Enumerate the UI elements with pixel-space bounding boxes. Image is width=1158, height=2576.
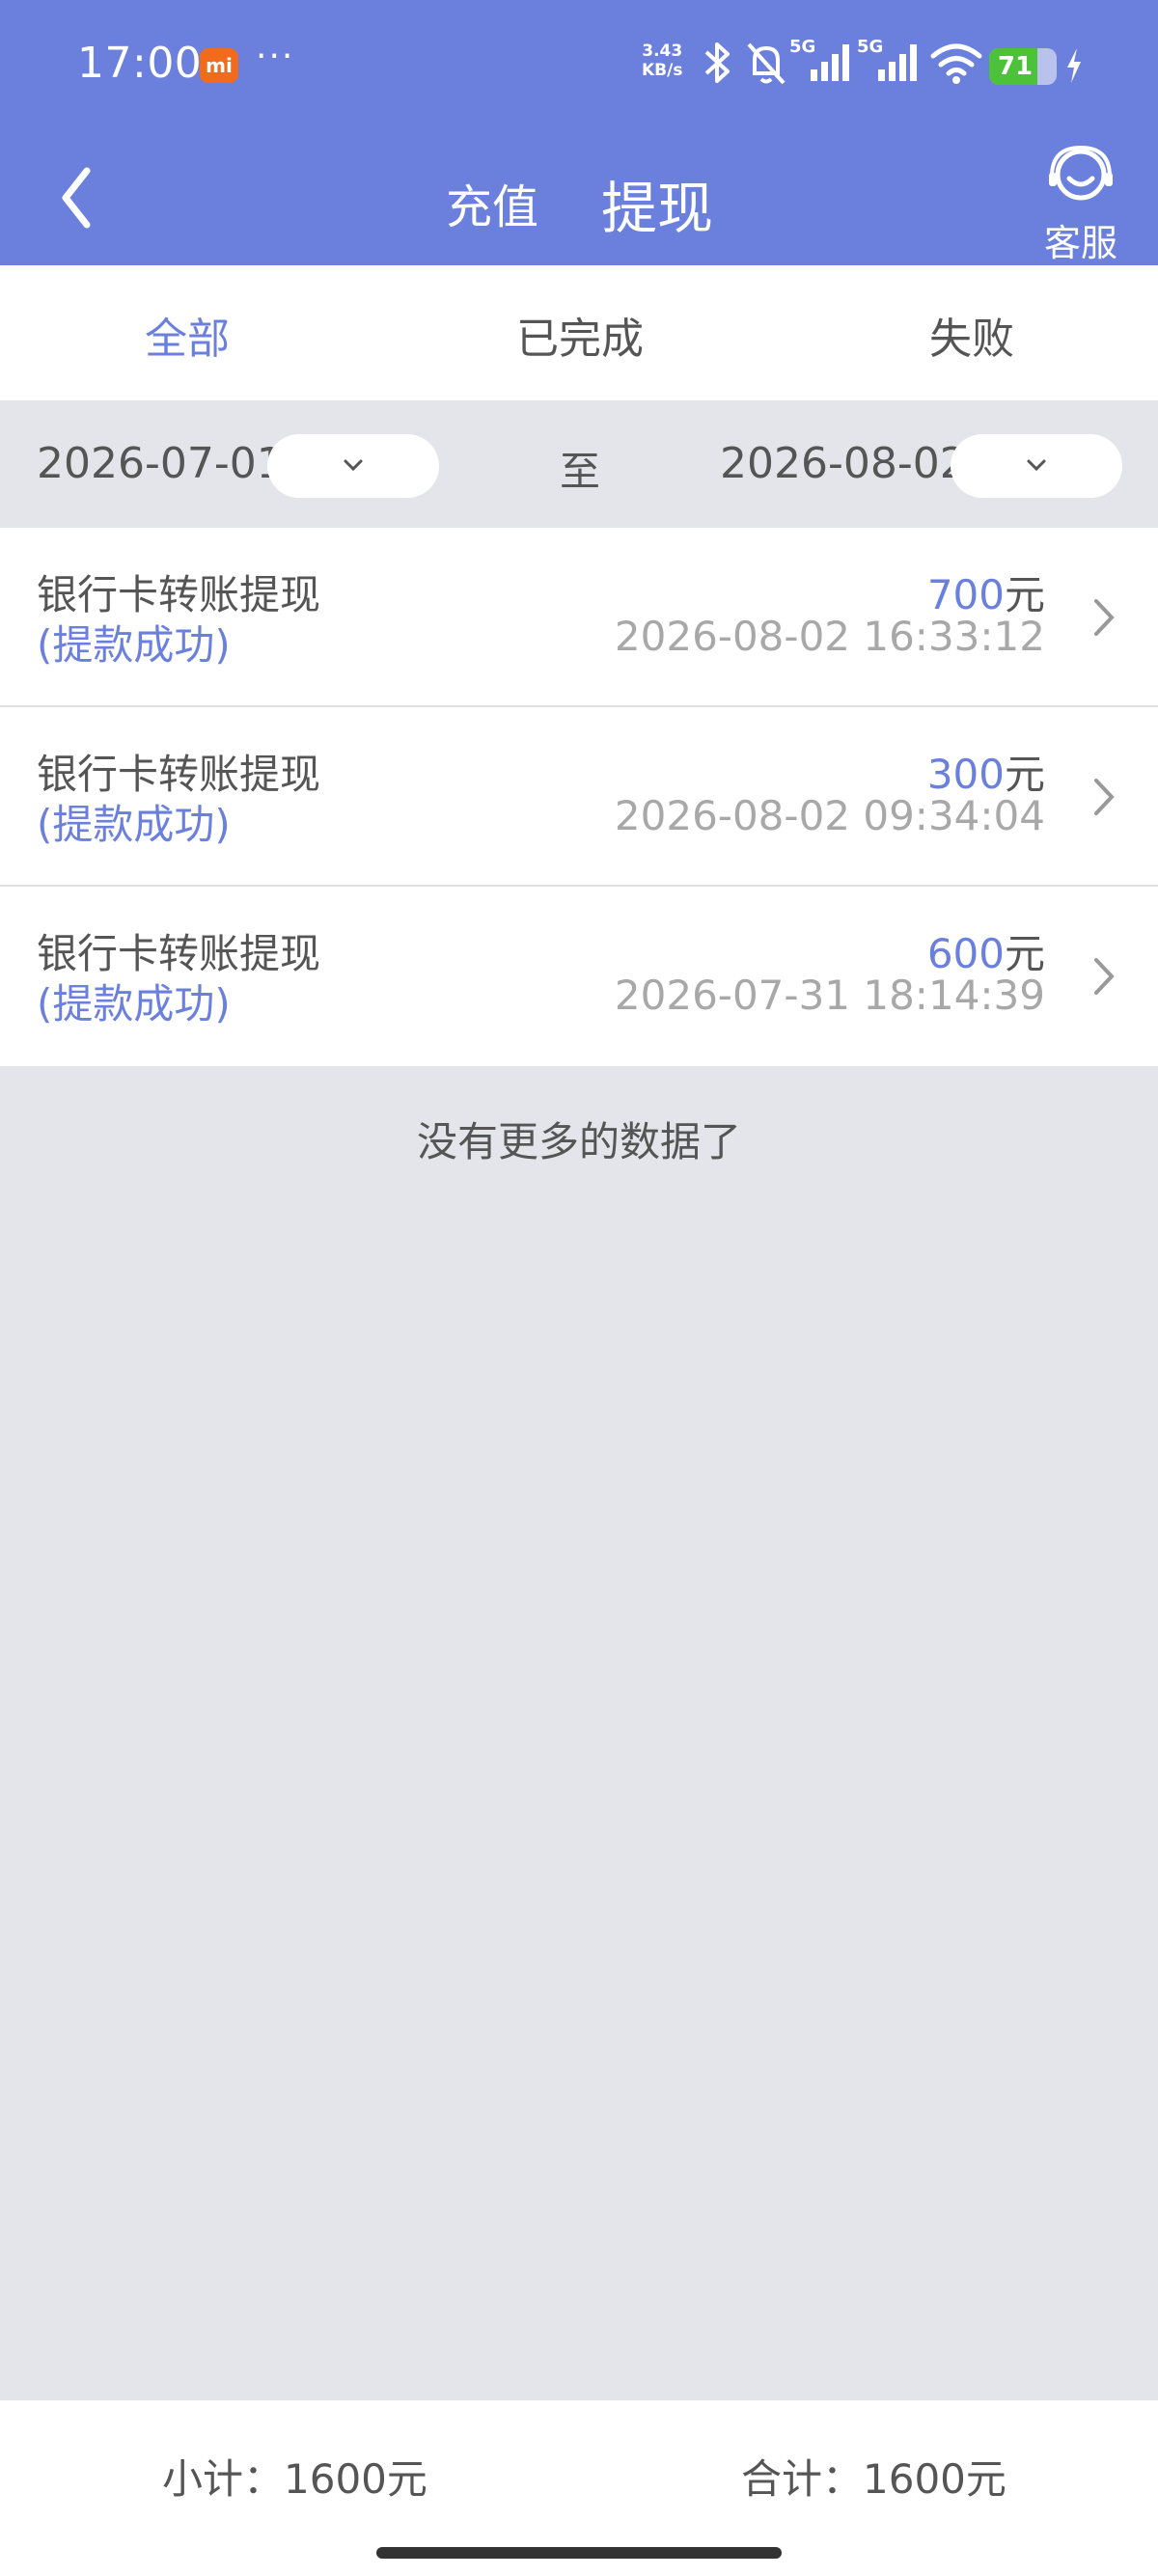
battery-icon: 71 (989, 48, 1057, 85)
start-date-dropdown[interactable] (267, 434, 439, 498)
record-status: (提款成功) (37, 801, 231, 848)
chevron-down-icon (1027, 459, 1046, 472)
list-item[interactable]: 银行卡转账提现 (提款成功) 700元 2026-08-02 16:33:12 (0, 528, 1158, 707)
record-amount-value: 600 (926, 930, 1005, 977)
list-item[interactable]: 银行卡转账提现 (提款成功) 600元 2026-07-31 18:14:39 (0, 887, 1158, 1066)
no-more-data-text: 没有更多的数据了 (416, 1118, 741, 1165)
record-amount-unit: 元 (1004, 571, 1045, 618)
total-text: 合计：1600元 (741, 2455, 1006, 2503)
network-speed: 3.43 KB/s (642, 41, 682, 80)
chevron-left-icon (62, 167, 91, 229)
home-indicator[interactable] (376, 2547, 782, 2559)
back-button[interactable] (39, 159, 116, 236)
mute-bell-icon (745, 39, 787, 93)
chevron-right-icon (1094, 599, 1115, 636)
record-status: (提款成功) (37, 980, 231, 1028)
withdraw-records-list: 银行卡转账提现 (提款成功) 700元 2026-08-02 16:33:12 … (0, 528, 1158, 1066)
app-header: 17:00 mi ··· 3.43 KB/s 5G 5G 71 充值 提现 客服 (0, 0, 1158, 265)
tab-all[interactable]: 全部 (145, 304, 230, 366)
wifi-icon (929, 41, 983, 89)
tab-withdraw[interactable]: 提现 (601, 163, 713, 244)
record-amount-value: 700 (926, 571, 1005, 618)
chevron-right-icon (1094, 779, 1115, 815)
customer-service-label: 客服 (1043, 222, 1117, 264)
record-amount-unit: 元 (1004, 751, 1045, 798)
battery-level-text: 71 (997, 52, 1034, 81)
record-time: 2026-07-31 18:14:39 (614, 972, 1045, 1019)
date-filter: 2026-07-01 至 2026-08-02 (0, 400, 1158, 528)
tab-completed[interactable]: 已完成 (516, 304, 644, 366)
bluetooth-icon (701, 39, 735, 93)
record-time: 2026-08-02 16:33:12 (614, 613, 1045, 660)
footer-summary: 小计：1600元 合计：1600元 (0, 2400, 1158, 2576)
tab-recharge[interactable]: 充值 (446, 169, 538, 236)
headset-icon (1049, 145, 1113, 201)
date-separator: 至 (560, 448, 601, 495)
chevron-down-icon (344, 459, 363, 472)
subtotal-text: 小计：1600元 (162, 2455, 427, 2503)
start-date: 2026-07-01 (37, 439, 284, 488)
customer-service-button[interactable]: 客服 (1037, 144, 1124, 264)
filter-tabs: 全部 已完成 失败 (0, 265, 1158, 400)
charging-icon (1063, 46, 1085, 89)
record-amount-value: 300 (926, 751, 1005, 798)
status-bar: 17:00 mi ··· 3.43 KB/s 5G 5G 71 (0, 0, 1158, 130)
record-time: 2026-08-02 09:34:04 (614, 792, 1045, 839)
network-speed-unit: KB/s (642, 61, 683, 80)
nav-bar: 充值 提现 客服 (0, 130, 1158, 265)
end-date: 2026-08-02 (720, 439, 967, 488)
record-status: (提款成功) (37, 621, 231, 669)
record-amount-unit: 元 (1004, 930, 1045, 977)
chevron-right-icon (1094, 958, 1115, 995)
mi-app-icon: mi (200, 48, 238, 83)
tab-failed[interactable]: 失败 (929, 304, 1014, 366)
more-notifications-icon: ··· (256, 37, 295, 76)
status-time: 17:00 (77, 39, 203, 88)
network-speed-value: 3.43 (642, 41, 683, 61)
list-item[interactable]: 银行卡转账提现 (提款成功) 300元 2026-08-02 09:34:04 (0, 707, 1158, 887)
end-date-dropdown[interactable] (951, 434, 1122, 498)
